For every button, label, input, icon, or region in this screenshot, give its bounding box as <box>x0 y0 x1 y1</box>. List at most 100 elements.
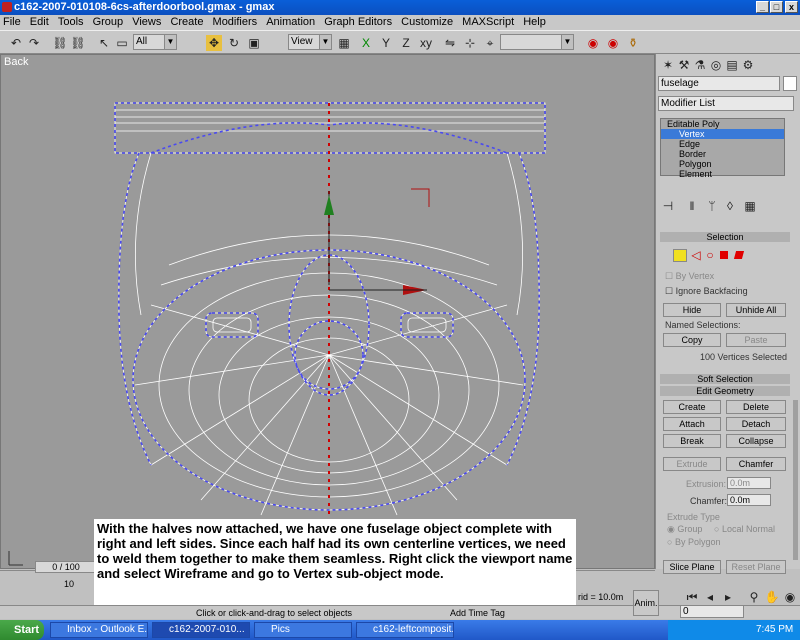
extrude-button[interactable]: Extrude <box>663 457 721 471</box>
hierarchy-tab-icon[interactable]: ⚗ <box>692 57 708 73</box>
current-frame-input[interactable]: 0 <box>680 605 744 618</box>
stack-item-editable-poly[interactable]: Editable Poly <box>661 119 784 129</box>
play-icon[interactable]: ▸ <box>720 589 736 605</box>
slice-plane-button[interactable]: Slice Plane <box>663 560 721 574</box>
modify-tab-icon[interactable]: ⚒ <box>676 57 692 73</box>
axis-x-button[interactable]: X <box>358 35 374 51</box>
group-radio[interactable]: ◉ Group <box>667 524 702 535</box>
menu-help[interactable]: Help <box>520 15 549 29</box>
zoom-icon[interactable]: ⚲ <box>746 589 762 605</box>
delete-button[interactable]: Delete <box>726 400 786 414</box>
hide-button[interactable]: Hide <box>663 303 721 317</box>
add-time-tag-button[interactable]: Add Time Tag <box>450 608 505 618</box>
soft-selection-rollout-header[interactable]: Soft Selection <box>660 374 790 384</box>
viewport-back[interactable] <box>0 54 655 569</box>
copy-button[interactable]: Copy <box>663 333 721 347</box>
arc-rotate-icon[interactable]: ◉ <box>782 589 798 605</box>
unlink-icon[interactable]: ⛓ <box>70 35 86 51</box>
panel-scrollbar[interactable] <box>793 400 798 560</box>
menu-create[interactable]: Create <box>167 15 206 29</box>
named-selection-dropdown[interactable]: ▼ <box>500 34 574 50</box>
menu-edit[interactable]: Edit <box>27 15 52 29</box>
break-button[interactable]: Break <box>663 434 721 448</box>
menu-graph-editors[interactable]: Graph Editors <box>321 15 395 29</box>
configure-sets-icon[interactable]: ▦ <box>742 198 758 214</box>
redo-icon[interactable]: ↷ <box>26 35 42 51</box>
stack-item-vertex[interactable]: Vertex <box>661 129 784 139</box>
rotate-icon[interactable]: ↻ <box>226 35 242 51</box>
render-icon[interactable]: ◉ <box>605 35 621 51</box>
pin-stack-icon[interactable]: ⊣ <box>660 198 676 214</box>
scale-icon[interactable]: ▣ <box>246 35 262 51</box>
local-normal-radio[interactable]: ○ Local Normal <box>714 524 775 534</box>
link-icon[interactable]: ⛓ <box>52 35 68 51</box>
attach-button[interactable]: Attach <box>663 417 721 431</box>
start-button[interactable]: Start <box>0 620 44 640</box>
menu-group[interactable]: Group <box>90 15 127 29</box>
align-icon[interactable]: ⊹ <box>462 35 478 51</box>
reset-plane-button[interactable]: Reset Plane <box>726 560 786 574</box>
modifier-list-dropdown[interactable]: Modifier List <box>658 96 794 111</box>
utilities-tab-icon[interactable]: ⚙ <box>740 57 756 73</box>
close-button[interactable]: x <box>785 1 798 13</box>
chamfer-spinner[interactable]: 0.0m <box>727 494 771 506</box>
collapse-button[interactable]: Collapse <box>726 434 786 448</box>
stack-item-element[interactable]: Element <box>661 169 784 179</box>
menu-animation[interactable]: Animation <box>263 15 318 29</box>
menu-modifiers[interactable]: Modifiers <box>210 15 261 29</box>
pan-icon[interactable]: ✋ <box>764 589 780 605</box>
paste-button[interactable]: Paste <box>726 333 786 347</box>
animate-button[interactable]: Anim. <box>633 590 659 616</box>
menu-customize[interactable]: Customize <box>398 15 456 29</box>
stack-item-polygon[interactable]: Polygon <box>661 159 784 169</box>
make-unique-icon[interactable]: ᛘ <box>704 198 720 214</box>
axis-xy-button[interactable]: xy <box>418 35 434 51</box>
object-name-input[interactable]: fuselage <box>658 76 780 91</box>
task-leftcomposite[interactable]: c162-leftcomposit... <box>356 622 454 638</box>
task-gmax[interactable]: c162-2007-010... <box>152 622 250 638</box>
axis-z-button[interactable]: Z <box>398 35 414 51</box>
motion-tab-icon[interactable]: ◎ <box>708 57 724 73</box>
pivot-icon[interactable]: ▦ <box>336 35 352 51</box>
detach-button[interactable]: Detach <box>726 417 786 431</box>
selection-rollout-header[interactable]: Selection <box>660 232 790 242</box>
snap-icon[interactable]: ⌖ <box>482 35 498 51</box>
move-icon[interactable]: ✥ <box>206 35 222 51</box>
border-mode-icon[interactable]: ○ <box>702 247 718 263</box>
object-color-swatch[interactable] <box>783 76 797 91</box>
mirror-icon[interactable]: ⇋ <box>442 35 458 51</box>
menu-file[interactable]: File <box>0 15 24 29</box>
create-button[interactable]: Create <box>663 400 721 414</box>
undo-icon[interactable]: ↶ <box>8 35 24 51</box>
prev-frame-icon[interactable]: ◂ <box>702 589 718 605</box>
chamfer-button[interactable]: Chamfer <box>726 457 786 471</box>
unhide-all-button[interactable]: Unhide All <box>726 303 786 317</box>
material-editor-icon[interactable]: ◉ <box>585 35 601 51</box>
task-pics[interactable]: Pics <box>254 622 352 638</box>
menu-tools[interactable]: Tools <box>55 15 87 29</box>
extrusion-spinner[interactable]: 0.0m <box>727 477 771 489</box>
axis-y-button[interactable]: Y <box>378 35 394 51</box>
task-outlook[interactable]: Inbox - Outlook E... <box>50 622 148 638</box>
stack-item-edge[interactable]: Edge <box>661 139 784 149</box>
render-teapot-icon[interactable]: ⚱ <box>625 35 641 51</box>
viewport-name-label[interactable]: Back <box>4 56 28 68</box>
select-region-icon[interactable]: ▭ <box>114 35 130 51</box>
reference-coord-dropdown[interactable]: View ▼ <box>288 34 332 50</box>
select-arrow-icon[interactable]: ↖ <box>96 35 112 51</box>
edit-geometry-rollout-header[interactable]: Edit Geometry <box>660 386 790 396</box>
vertex-mode-icon[interactable] <box>673 249 687 262</box>
by-vertex-checkbox[interactable]: ☐ By Vertex <box>665 271 714 282</box>
display-tab-icon[interactable]: ▤ <box>724 57 740 73</box>
menu-maxscript[interactable]: MAXScript <box>459 15 517 29</box>
maximize-button[interactable]: □ <box>770 1 783 13</box>
stack-item-border[interactable]: Border <box>661 149 784 159</box>
time-slider[interactable]: 0 / 100 <box>35 561 97 573</box>
polygon-mode-icon[interactable] <box>720 251 728 259</box>
go-to-start-icon[interactable]: ⏮ <box>684 589 700 605</box>
menu-views[interactable]: Views <box>129 15 164 29</box>
ignore-backfacing-checkbox[interactable]: ☐ Ignore Backfacing <box>665 286 748 297</box>
minimize-button[interactable]: _ <box>756 1 769 13</box>
selection-filter-dropdown[interactable]: All ▼ <box>133 34 177 50</box>
by-polygon-radio[interactable]: ○ By Polygon <box>667 537 720 547</box>
